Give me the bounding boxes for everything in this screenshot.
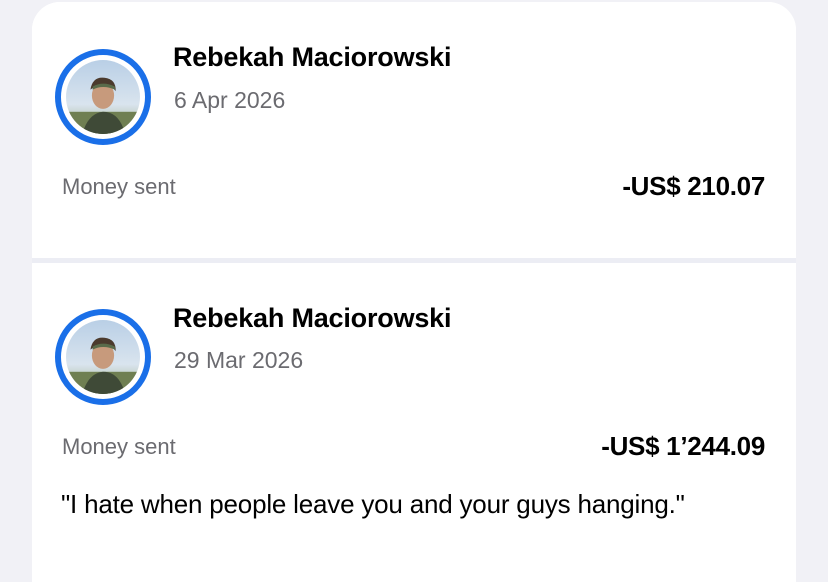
transaction-card[interactable]: Rebekah Maciorowski 6 Apr 2026 Money sen…	[32, 2, 796, 258]
avatar	[55, 49, 151, 145]
transaction-card[interactable]: Rebekah Maciorowski 29 Mar 2026 Money se…	[32, 263, 796, 582]
transaction-amount: -US$ 210.07	[622, 171, 765, 201]
profile-photo-icon	[66, 320, 140, 394]
transaction-type: Money sent	[62, 174, 176, 199]
transaction-date: 29 Mar 2026	[174, 347, 304, 373]
transaction-amount: -US$ 1’244.09	[601, 431, 765, 461]
recipient-name: Rebekah Maciorowski	[173, 303, 452, 333]
transaction-note: "I hate when people leave you and your g…	[61, 489, 685, 519]
transaction-date: 6 Apr 2026	[174, 87, 286, 113]
profile-photo-icon	[66, 60, 140, 134]
transaction-list: Rebekah Maciorowski 6 Apr 2026 Money sen…	[32, 2, 796, 582]
recipient-name: Rebekah Maciorowski	[173, 42, 452, 72]
transaction-type: Money sent	[62, 434, 176, 459]
avatar	[55, 309, 151, 405]
